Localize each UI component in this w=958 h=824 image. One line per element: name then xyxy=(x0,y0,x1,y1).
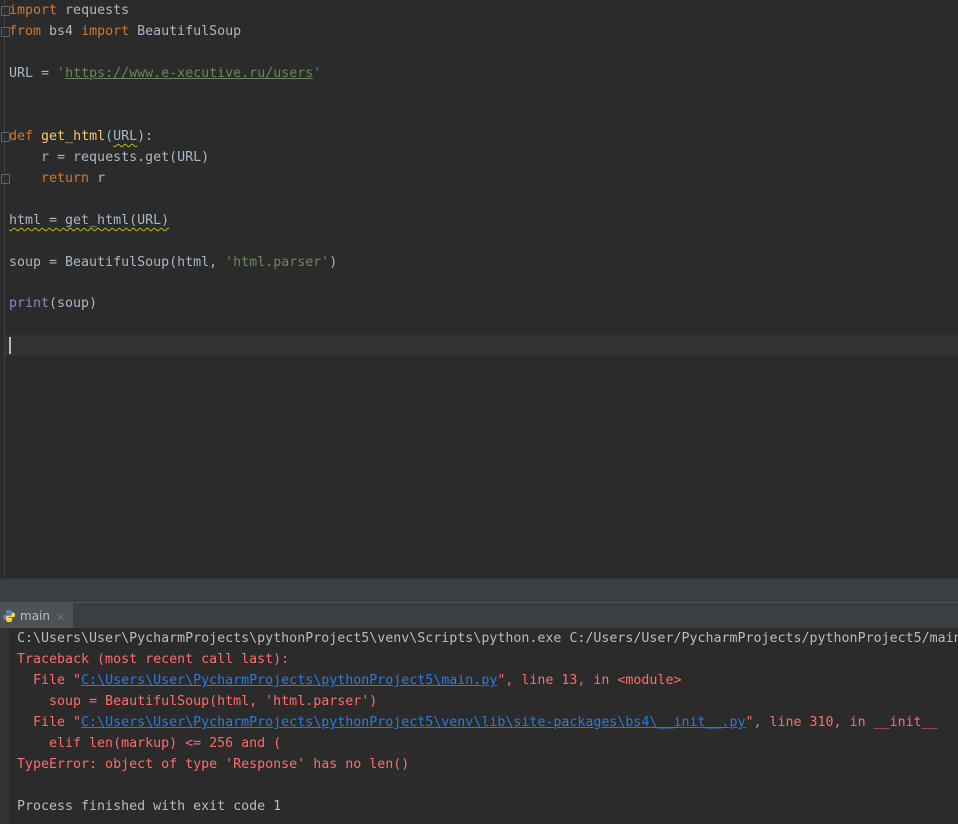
code-line-7[interactable]: def get_html(URL): xyxy=(9,126,153,147)
code-line-15[interactable]: print(soup) xyxy=(9,293,97,314)
editor-gutter xyxy=(4,0,5,578)
keyword: return xyxy=(41,171,90,186)
close-icon[interactable]: × xyxy=(56,610,65,623)
code-text: ) xyxy=(329,255,338,270)
console-text: File " xyxy=(17,715,82,730)
tab-main[interactable]: main × xyxy=(0,603,74,629)
console-code-line-2: elif len(markup) <= 256 and ( xyxy=(17,736,282,751)
console-file-line-1: File "C:\Users\User\PycharmProjects\pyth… xyxy=(17,670,681,691)
builtin-function: print xyxy=(9,296,50,311)
console-traceback: Traceback (most recent call last): xyxy=(17,652,290,667)
panel-splitter[interactable] xyxy=(0,578,958,603)
url-link[interactable]: https://www.e-xecutive.ru/users xyxy=(65,66,313,81)
code-line-13[interactable]: soup = BeautifulSoup(html, 'html.parser'… xyxy=(9,252,337,273)
code-text-warning: html = get_html(URL) xyxy=(9,213,170,228)
string-quote: ' xyxy=(57,66,66,81)
console-text: File " xyxy=(17,673,82,688)
console-code-line-1: soup = BeautifulSoup(html, 'html.parser'… xyxy=(17,694,378,709)
code-text: soup = BeautifulSoup(html, xyxy=(9,255,226,270)
text-caret xyxy=(9,337,11,354)
keyword: import xyxy=(81,24,130,39)
console-text: ", line 13, in <module> xyxy=(497,673,682,688)
code-line-1[interactable]: import requests xyxy=(9,0,129,21)
string-literal: 'html.parser' xyxy=(225,255,330,270)
console-text: ", line 310, in __init__ xyxy=(745,715,938,730)
code-line-8[interactable]: r = requests.get(URL) xyxy=(9,147,209,168)
run-console[interactable]: C:\Users\User\PycharmProjects\pythonProj… xyxy=(0,628,958,824)
console-gutter xyxy=(0,628,9,824)
tab-label: main xyxy=(20,609,50,623)
keyword: def xyxy=(9,129,34,144)
code-text: BeautifulSoup xyxy=(129,24,242,39)
current-line-highlight xyxy=(5,335,958,356)
function-name: get_html xyxy=(41,129,106,144)
code-editor[interactable]: import requests from bs4 import Beautifu… xyxy=(0,0,958,578)
keyword: from xyxy=(9,24,42,39)
console-exit-status: Process finished with exit code 1 xyxy=(17,799,282,814)
string-quote: ' xyxy=(313,66,322,81)
code-line-9[interactable]: return r xyxy=(9,168,105,189)
code-text: ): xyxy=(137,129,154,144)
code-text: URL = xyxy=(9,66,58,81)
file-link[interactable]: C:\Users\User\PycharmProjects\pythonProj… xyxy=(81,715,745,730)
code-line-11[interactable]: html = get_html(URL) xyxy=(9,210,169,231)
console-error: TypeError: object of type 'Response' has… xyxy=(17,757,410,772)
code-text: bs4 xyxy=(41,24,82,39)
code-text: r = requests.get(URL) xyxy=(9,150,210,165)
code-text: requests xyxy=(57,3,130,18)
file-link[interactable]: C:\Users\User\PycharmProjects\pythonProj… xyxy=(81,673,497,688)
code-text: r xyxy=(89,171,106,186)
code-line-4[interactable]: URL = 'https://www.e-xecutive.ru/users' xyxy=(9,63,321,84)
run-tool-window-tabs: main × xyxy=(0,602,958,629)
parameter-warning: URL xyxy=(113,129,138,144)
console-file-line-2: File "C:\Users\User\PycharmProjects\pyth… xyxy=(17,712,938,733)
console-command: C:\Users\User\PycharmProjects\pythonProj… xyxy=(17,631,958,646)
keyword: import xyxy=(9,3,58,18)
code-text: ( xyxy=(105,129,114,144)
python-icon xyxy=(3,610,15,622)
code-text: (soup) xyxy=(49,296,98,311)
code-line-2[interactable]: from bs4 import BeautifulSoup xyxy=(9,21,241,42)
